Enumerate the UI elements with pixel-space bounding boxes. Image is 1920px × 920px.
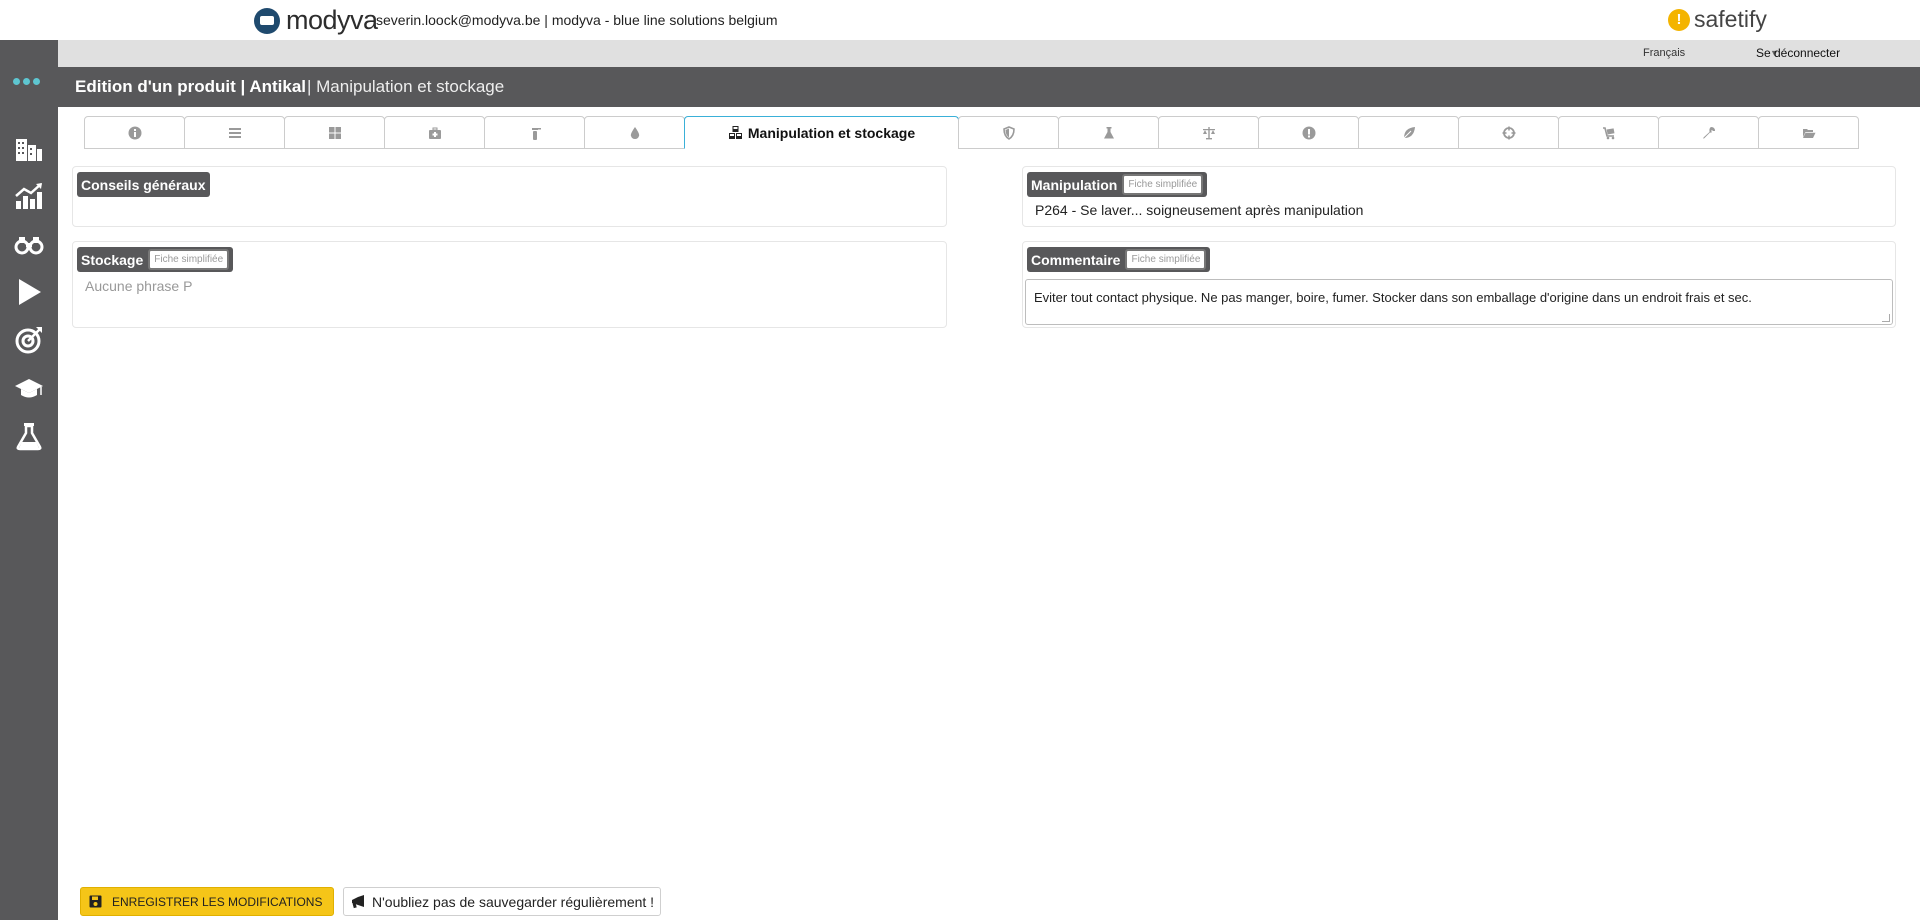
user-info: severin.loock@modyva.be | modyva - blue … — [376, 12, 778, 28]
title-bar: Edition d'un produit | Antikal | Manipul… — [58, 67, 1920, 107]
cart-icon — [1602, 126, 1614, 139]
tab-grid[interactable] — [284, 116, 385, 149]
crosshair-icon — [1502, 126, 1515, 139]
grid-icon — [328, 126, 341, 139]
target-icon[interactable] — [14, 325, 44, 355]
tab-info[interactable] — [84, 116, 185, 149]
info-icon — [128, 126, 141, 139]
page-title: Edition d'un produit | Antikal — [75, 77, 307, 96]
menu-dots-icon[interactable] — [13, 78, 40, 85]
flask-icon[interactable] — [14, 421, 44, 451]
sidebar — [0, 40, 58, 920]
panel-label: Commentaire Fiche simplifiée — [1027, 247, 1211, 272]
tab-regulation[interactable] — [1658, 116, 1759, 149]
brand-name: modyva — [286, 5, 378, 35]
exclamation-icon: ! — [1668, 8, 1690, 31]
save-changes-button[interactable]: ENREGISTRER LES MODIFICATIONS — [80, 887, 334, 916]
label-text: Conseils généraux — [81, 176, 206, 193]
resize-handle[interactable] — [1882, 314, 1890, 322]
leaf-icon — [1403, 126, 1415, 138]
drop-icon — [630, 126, 639, 139]
floppy-disk-icon — [89, 895, 102, 908]
cubes-icon — [728, 126, 742, 139]
tab-list[interactable] — [184, 116, 285, 149]
panel-label: Manipulation Fiche simplifiée — [1027, 172, 1208, 197]
shield-icon — [1002, 125, 1015, 140]
extinguisher-icon — [531, 127, 541, 140]
simplified-sheet-pill[interactable]: Fiche simplifiée — [1125, 249, 1207, 270]
simplified-sheet-pill[interactable]: Fiche simplifiée — [1122, 174, 1204, 195]
comment-text: Eviter tout contact physique. Ne pas man… — [1034, 290, 1752, 305]
tab-bar: Manipulation et stockage — [84, 116, 1859, 149]
save-reminder: N'oubliez pas de sauvegarder régulièreme… — [343, 887, 662, 916]
stockage-phrase: Aucune phrase P — [85, 278, 193, 294]
graduation-cap-icon[interactable] — [14, 373, 44, 403]
label-text: Stockage — [81, 251, 144, 268]
tab-transport[interactable] — [1558, 116, 1659, 149]
tab-properties[interactable] — [1058, 116, 1159, 149]
safetify-logo: ! safetify — [1668, 6, 1767, 33]
tab-label: Manipulation et stockage — [747, 124, 916, 141]
label-text: Commentaire — [1031, 251, 1121, 268]
top-brand-bar: modyva severin.loock@modyva.be | modyva … — [0, 0, 1920, 40]
chart-growth-icon[interactable] — [14, 181, 44, 211]
balance-icon — [1202, 126, 1215, 139]
manipulation-phrase: P264 - Se laver... soigneusement après m… — [1035, 202, 1364, 218]
panel-label: Stockage Fiche simplifiée — [77, 247, 234, 272]
tab-documents[interactable] — [1758, 116, 1859, 149]
medkit-icon — [428, 127, 441, 139]
modyva-logo[interactable]: modyva — [254, 5, 378, 36]
panel-conseils-generaux: Conseils généraux — [72, 166, 947, 227]
tab-manipulation-stockage[interactable]: Manipulation et stockage — [684, 116, 959, 149]
panel-stockage: Stockage Fiche simplifiée Aucune phrase … — [72, 241, 947, 328]
tab-protection[interactable] — [958, 116, 1059, 149]
language-select[interactable]: Français — [1643, 47, 1685, 59]
tab-ecology[interactable] — [1358, 116, 1459, 149]
panel-commentaire: Commentaire Fiche simplifiée Eviter tout… — [1022, 241, 1896, 328]
comment-textarea[interactable]: Eviter tout contact physique. Ne pas man… — [1025, 279, 1893, 325]
tab-toxicology[interactable] — [1258, 116, 1359, 149]
language-bar: Français ▼ Se déconnecter — [58, 40, 1920, 67]
tab-disposal[interactable] — [1458, 116, 1559, 149]
reminder-text: N'oubliez pas de sauvegarder régulièreme… — [372, 893, 655, 910]
buildings-icon[interactable] — [14, 133, 44, 163]
modyva-logo-icon — [254, 7, 280, 34]
play-icon[interactable] — [14, 277, 44, 307]
wrench-icon — [1702, 126, 1715, 139]
tab-leak[interactable] — [584, 116, 685, 149]
save-label: ENREGISTRER LES MODIFICATIONS — [112, 894, 323, 909]
simplified-sheet-pill[interactable]: Fiche simplifiée — [148, 249, 230, 270]
logout-link[interactable]: Se déconnecter — [1756, 46, 1840, 60]
tab-stability[interactable] — [1158, 116, 1259, 149]
exclamation-circle-icon — [1302, 126, 1315, 139]
tab-fire[interactable] — [484, 116, 585, 149]
safetify-name: safetify — [1694, 6, 1767, 32]
label-text: Manipulation — [1031, 176, 1118, 193]
binoculars-icon[interactable] — [14, 229, 44, 259]
page-subtitle: | Manipulation et stockage — [307, 77, 505, 96]
panel-manipulation: Manipulation Fiche simplifiée P264 - Se … — [1022, 166, 1896, 227]
tab-first-aid[interactable] — [384, 116, 485, 149]
panel-label: Conseils généraux — [77, 172, 210, 197]
folder-open-icon — [1802, 128, 1815, 138]
flask-icon — [1103, 126, 1114, 138]
bullhorn-icon — [352, 894, 364, 908]
list-icon — [228, 127, 241, 138]
